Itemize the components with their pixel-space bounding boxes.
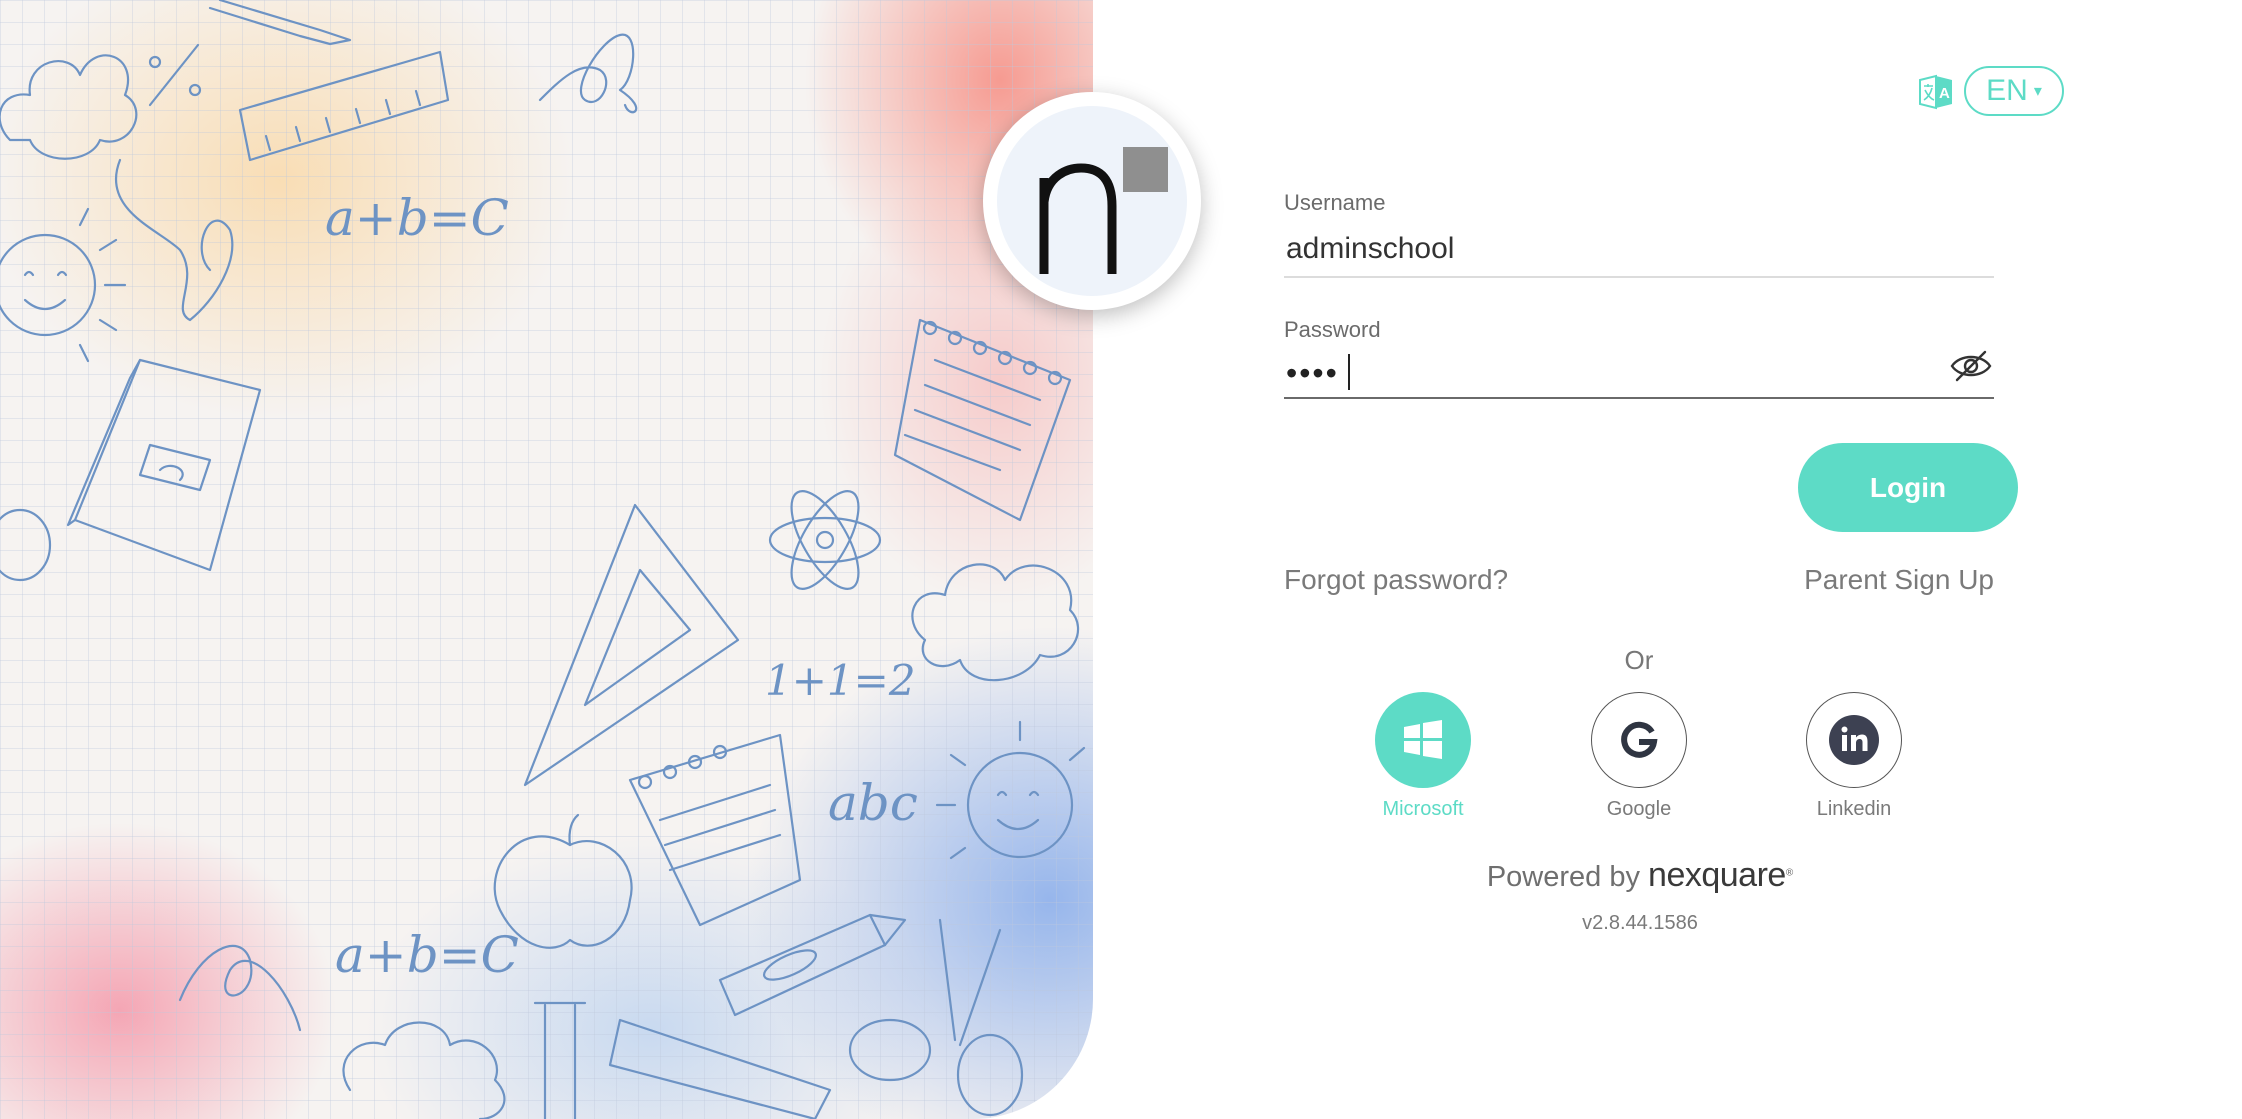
version-label: v2.8.44.1586 [1582,912,1698,934]
school-doodles: a+b=C 1+1=2 abc a+b=C [0,0,1086,1119]
linkedin-login-button[interactable]: Linkedin [1774,692,1934,821]
notepad-doodle-bottom [628,733,802,927]
windows-icon [1404,720,1442,759]
language-value: EN [1986,74,2028,107]
password-input[interactable]: •••• [1284,348,1994,398]
swirl-doodle [538,33,638,114]
google-login-button[interactable]: Google [1559,692,1719,821]
squiggle-doodle [114,158,234,322]
translate-icon[interactable]: A [1916,72,1956,112]
book-doodle [66,358,262,572]
equation-doodle-bottom: a+b=C [335,926,519,984]
linkedin-circle[interactable] [1806,692,1902,788]
logo-background [997,106,1187,296]
linkedin-icon [1829,715,1879,765]
illustration-panel: a+b=C 1+1=2 abc a+b=C [0,0,1093,1119]
pencil-doodle-top [208,0,352,46]
sun-doodle-left [0,207,127,363]
notepad-doodle-top [893,318,1072,522]
microsoft-circle[interactable] [1375,692,1471,788]
username-underline [1284,276,1994,278]
crayon-doodle [718,913,907,1017]
google-g-icon [1621,721,1658,758]
login-button[interactable]: Login [1798,443,2018,532]
cloud-doodle-top-left [0,54,138,160]
powered-by-footer: Powered by nexquare® [1390,856,1890,895]
svg-text:A: A [1939,85,1950,102]
registered-mark-icon: ® [1785,867,1794,879]
chevron-down-icon: ▾ [2033,83,2042,100]
google-circle[interactable] [1591,692,1687,788]
cloud-doodle-right [911,563,1080,682]
password-underline [1284,397,1994,399]
google-label: Google [1606,798,1672,820]
forgot-password-link[interactable]: Forgot password? [1284,564,1508,596]
username-input[interactable] [1284,224,1994,274]
parent-sign-up-link[interactable]: Parent Sign Up [1804,564,1994,596]
ruler-doodle-top [238,50,450,162]
equation-doodle-top: a+b=C [325,189,509,247]
microsoft-login-button[interactable]: Microsoft [1343,692,1503,821]
atom-doodle [768,490,882,590]
logo-circle [983,92,1201,310]
or-divider-label: Or [1624,645,1654,675]
username-label: Username [1284,190,1386,215]
password-label: Password [1284,317,1381,342]
microsoft-label: Microsoft [1382,798,1464,820]
ring-doodle [0,508,52,582]
percent-doodle [148,43,202,107]
ruler-doodle-bottom [608,1018,832,1119]
eye-slash-icon[interactable] [1948,346,1994,386]
abc-doodle: abc [828,774,918,832]
language-select[interactable]: EN ▾ [1964,66,2064,116]
sun-doodle-right [935,720,1086,860]
brand-logo-text: nexquare [1648,856,1786,894]
text-cursor [1348,354,1350,390]
cloud-doodle-bottom [342,1021,506,1119]
powered-by-label: Powered by [1486,861,1640,893]
triangle-ruler-doodle [523,503,740,787]
test-tube-doodle [533,1001,587,1119]
loop-doodle-bottom [178,944,302,1032]
equation-doodle-middle: 1+1=2 [765,656,916,705]
linkedin-label: Linkedin [1816,798,1892,820]
nexquare-n-logo-icon [1039,147,1168,274]
